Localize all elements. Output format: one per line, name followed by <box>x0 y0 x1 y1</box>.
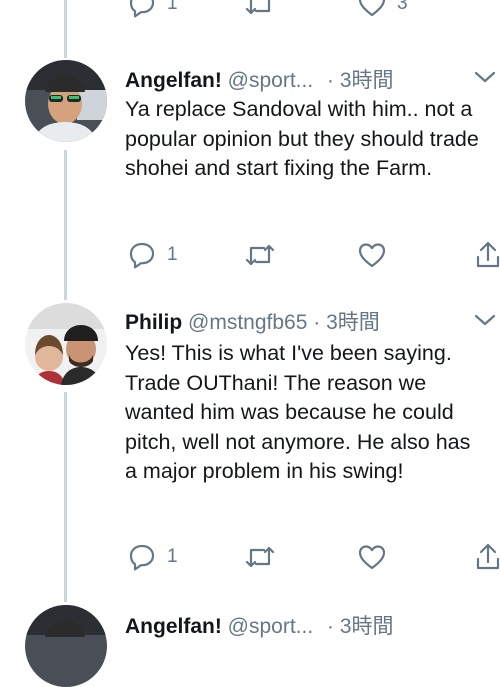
timestamp[interactable]: 3時間 <box>340 615 394 638</box>
timestamp[interactable]: 3時間 <box>326 311 380 334</box>
like-icon <box>358 545 386 570</box>
retweet-icon <box>245 546 275 568</box>
reply-button[interactable]: 1 <box>127 0 178 20</box>
separator: · <box>327 69 335 92</box>
display-name[interactable]: Angelfan! <box>125 615 222 638</box>
chevron-down-icon[interactable] <box>474 313 496 327</box>
like-count: 3 <box>397 0 408 14</box>
reply-count: 1 <box>167 546 178 567</box>
tweet-header: Angelfan! @sport... · 3時間 <box>125 610 394 640</box>
user-handle[interactable]: @sport... <box>228 615 314 638</box>
display-name[interactable]: Angelfan! <box>125 69 222 92</box>
reply-icon <box>129 544 155 571</box>
reply-count: 1 <box>167 244 178 265</box>
reply-count: 1 <box>167 0 178 14</box>
like-button[interactable] <box>357 239 387 271</box>
tweet-text: Ya replace Sandoval with him.. not a pop… <box>125 97 479 180</box>
timestamp[interactable]: 3時間 <box>340 69 394 92</box>
like-button[interactable]: 3 <box>357 0 408 20</box>
share-icon <box>476 241 500 268</box>
reply-button[interactable]: 1 <box>127 239 178 271</box>
avatar-image-philip <box>25 303 107 385</box>
retweet-button[interactable] <box>243 239 277 271</box>
retweet-button[interactable] <box>243 541 277 573</box>
share-button[interactable] <box>475 541 500 573</box>
tweet-header: Angelfan! @sport... · 3時間 <box>125 64 394 94</box>
thread-line-top <box>64 0 67 58</box>
tweet-actions: 1 <box>125 239 500 271</box>
tweet-actions: 1 <box>125 541 500 573</box>
retweet-icon <box>245 244 275 266</box>
user-handle[interactable]: @mstngfb65 <box>188 311 307 334</box>
like-button[interactable] <box>357 541 387 573</box>
reply-icon <box>129 242 155 269</box>
previous-tweet-actions: 1 3 <box>125 0 500 18</box>
thread-line-bottom <box>64 392 67 602</box>
display-name[interactable]: Philip <box>125 311 182 334</box>
avatar[interactable] <box>25 605 107 687</box>
tweet-header: Philip @mstngfb65 · 3時間 <box>125 306 380 336</box>
separator: · <box>327 615 335 638</box>
share-icon <box>476 543 500 570</box>
avatar-image-angelfan <box>25 605 107 687</box>
like-icon <box>358 243 386 268</box>
avatar-image-angelfan <box>25 60 107 142</box>
separator: · <box>313 311 321 334</box>
avatar[interactable] <box>25 60 107 142</box>
tweet-text: Yes! This is what I've been saying. Trad… <box>125 341 471 483</box>
thread-line-middle <box>64 150 67 300</box>
chevron-down-icon[interactable] <box>474 70 496 84</box>
share-button[interactable] <box>475 239 500 271</box>
like-icon <box>358 0 386 17</box>
reply-icon <box>129 0 155 18</box>
avatar[interactable] <box>25 303 107 385</box>
retweet-button[interactable] <box>243 0 277 20</box>
retweet-icon <box>245 0 274 15</box>
user-handle[interactable]: @sport... <box>228 69 314 92</box>
reply-button[interactable]: 1 <box>127 541 178 573</box>
